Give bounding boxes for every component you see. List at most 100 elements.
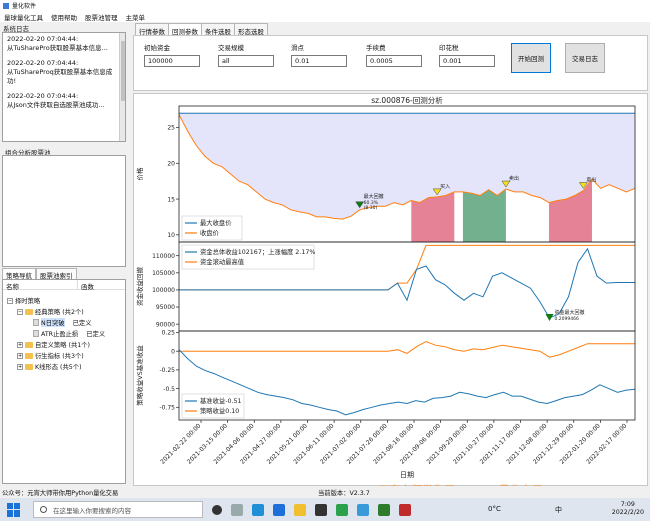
tree-node[interactable]: − 经典策略 (共2个) xyxy=(17,307,84,316)
slippage-input[interactable]: 0.01 xyxy=(291,55,347,67)
app-icon-dark[interactable] xyxy=(315,503,327,516)
legend-label: 资金总体收益102167；上涨幅度 2.17% xyxy=(200,247,315,256)
tree-node[interactable]: + 自定义策略 (共1个) xyxy=(17,340,90,349)
file-icon xyxy=(33,330,39,337)
clock[interactable]: 7:09 2022/2/20 xyxy=(612,501,644,517)
y-tick-label: 15 xyxy=(167,196,175,203)
task-view-icon[interactable] xyxy=(231,503,243,516)
tree-leaf[interactable]: ATR止盈止损 已定义 xyxy=(33,329,105,338)
explorer-icon[interactable] xyxy=(294,503,306,516)
annotation-drawdown-val: (8.30) xyxy=(364,205,378,211)
tree-node-label: 衍生指标 (共3个) xyxy=(35,353,84,360)
weather-text[interactable]: 0°C xyxy=(488,505,501,513)
taskbar: 在这里输入你要搜索的内容 0°C 中 7:09 2022/2/20 xyxy=(0,498,650,521)
windows-start-icon[interactable] xyxy=(7,502,21,517)
status-bar: 公众号：元宵大师带你用Python量化交易 当前版本：V2.3.7 xyxy=(0,486,650,498)
tree-leaf[interactable]: N日突破 已定义 xyxy=(33,318,92,327)
capital-group: 初始资金 100000 xyxy=(144,42,200,67)
annotation-capital-drawdown: 资金最大回撤 xyxy=(555,309,585,316)
x-axis-label: 日期 xyxy=(400,471,414,479)
collapse-icon[interactable]: − xyxy=(17,308,23,315)
tree-node-value: 已定义 xyxy=(86,331,106,338)
wechat-icon[interactable] xyxy=(336,503,348,516)
app-icon-red[interactable] xyxy=(399,503,411,516)
axes-frame xyxy=(178,330,636,421)
y-tick-label: 10 xyxy=(167,232,175,239)
log-entry: 2022-02-20 07:04:44: 从TuSharePro获取股票基本信息… xyxy=(7,35,108,52)
edge-icon[interactable] xyxy=(252,503,264,516)
capital-drawdown-marker xyxy=(545,313,554,321)
capital-input[interactable]: 100000 xyxy=(144,55,200,67)
version-text: 当前版本：V2.3.7 xyxy=(318,489,370,497)
input-language[interactable]: 中 xyxy=(555,505,562,515)
y-tick-label: 110000 xyxy=(152,253,175,260)
fee-input[interactable]: 0.0005 xyxy=(366,55,422,67)
start-backtest-button[interactable]: 开始回测 xyxy=(511,43,551,73)
capital-label: 初始资金 xyxy=(144,44,170,52)
col-func-header[interactable]: 函数 xyxy=(78,280,97,291)
combo-pool-list[interactable] xyxy=(2,155,126,267)
expand-icon[interactable]: + xyxy=(17,352,23,359)
tree-node[interactable]: − 择时策略 xyxy=(7,296,40,305)
folder-icon xyxy=(25,363,33,370)
folder-icon xyxy=(25,341,33,348)
strategy-return-line xyxy=(179,340,635,358)
holding-period-fill xyxy=(462,189,506,242)
tree-node-label: 择时策略 xyxy=(15,298,41,305)
tree-node-value: 已定义 xyxy=(72,320,92,327)
size-input[interactable]: all xyxy=(218,55,274,67)
stamp-group: 印花税 0.001 xyxy=(439,42,495,67)
backtest-chart: sz.000876-回测分析 最大回撤 60.3% (8.30) 买入 卖出 卖出 资金最大回… xyxy=(133,93,648,486)
python-icon[interactable] xyxy=(357,503,369,516)
browser-icon[interactable] xyxy=(273,503,285,516)
collapse-icon[interactable]: − xyxy=(7,297,13,304)
search-icon xyxy=(40,506,47,513)
expand-icon[interactable]: + xyxy=(17,341,23,348)
app-icon xyxy=(3,2,9,9)
y-tick-label: 25 xyxy=(167,125,175,132)
legend-label: 资金滚动最高值 xyxy=(200,257,245,266)
legend-label: 基准收益-0.51 xyxy=(200,396,241,405)
stamp-input[interactable]: 0.001 xyxy=(439,55,495,67)
trade-log-button[interactable]: 交易日志 xyxy=(565,43,605,73)
slippage-group: 滑点 0.01 xyxy=(291,42,347,67)
chart-svg: sz.000876-回测分析最大回撤60.3%(8.30)买入卖出 卖出资金最大回… xyxy=(135,95,636,479)
y-tick-label: 0.25 xyxy=(162,330,176,337)
annotation-buy: 买入 xyxy=(440,183,450,190)
clock-time: 7:09 xyxy=(620,501,635,508)
tree-header: 名称 函数 xyxy=(3,280,125,291)
pycharm-icon[interactable] xyxy=(378,503,390,516)
y-tick-label: -0.5 xyxy=(163,386,175,393)
tree-node[interactable]: + K线形态 (共5个) xyxy=(17,362,82,371)
menu-item-help[interactable]: 使用帮助 xyxy=(47,12,81,22)
system-log[interactable]: 2022-02-20 07:04:44: 从TuSharePro获取股票基本信息… xyxy=(2,32,126,142)
annotation-sell: 卖出 xyxy=(509,175,519,182)
annotation-drawdown: 最大回撤 xyxy=(364,193,384,200)
col-name-header[interactable]: 名称 xyxy=(3,280,78,291)
taskbar-search[interactable]: 在这里输入你要搜索的内容 xyxy=(33,501,203,518)
menu-item-main[interactable]: 主菜单 xyxy=(122,12,150,22)
menu-bar: 量球量化工具 使用帮助 股票池管理 主菜单 xyxy=(0,11,650,22)
folder-icon xyxy=(25,352,33,359)
window-title: 量化软件 xyxy=(12,3,37,10)
y-tick-label: 105000 xyxy=(152,270,175,277)
status-left-text: 公众号：元宵大师带你用Python量化交易 xyxy=(2,489,119,497)
size-label: 交易规模 xyxy=(218,44,244,52)
tree-node-label: ATR止盈止损 xyxy=(41,331,79,338)
menu-item-pool[interactable]: 股票池管理 xyxy=(81,12,122,22)
annotation-capital-drawdown-val: 0.2099466 xyxy=(555,316,579,322)
tree-node-label: 经典策略 (共2个) xyxy=(35,309,84,316)
log-scrollbar[interactable] xyxy=(119,33,125,141)
y-tick-label: 95000 xyxy=(156,304,175,311)
right-pane: 行情参数 回测参数 条件选股 形态选股 初始资金 100000 交易规模 all… xyxy=(133,22,648,486)
log-entry: 2022-02-20 07:04:44: 从Json文件获取自选股票池成功... xyxy=(7,92,105,109)
cortana-icon[interactable] xyxy=(212,504,222,515)
slippage-label: 滑点 xyxy=(291,44,304,52)
y-tick-label: 90000 xyxy=(156,321,175,328)
search-placeholder: 在这里输入你要搜索的内容 xyxy=(53,506,131,515)
menu-item-tools[interactable]: 量球量化工具 xyxy=(0,12,47,22)
tree-node[interactable]: + 衍生指标 (共3个) xyxy=(17,351,84,360)
legend-label: 最大收盘价 xyxy=(200,218,232,227)
expand-icon[interactable]: + xyxy=(17,363,23,370)
left-pane: 系统日志 2022-02-20 07:04:44: 从TuSharePro获取股… xyxy=(0,22,130,486)
